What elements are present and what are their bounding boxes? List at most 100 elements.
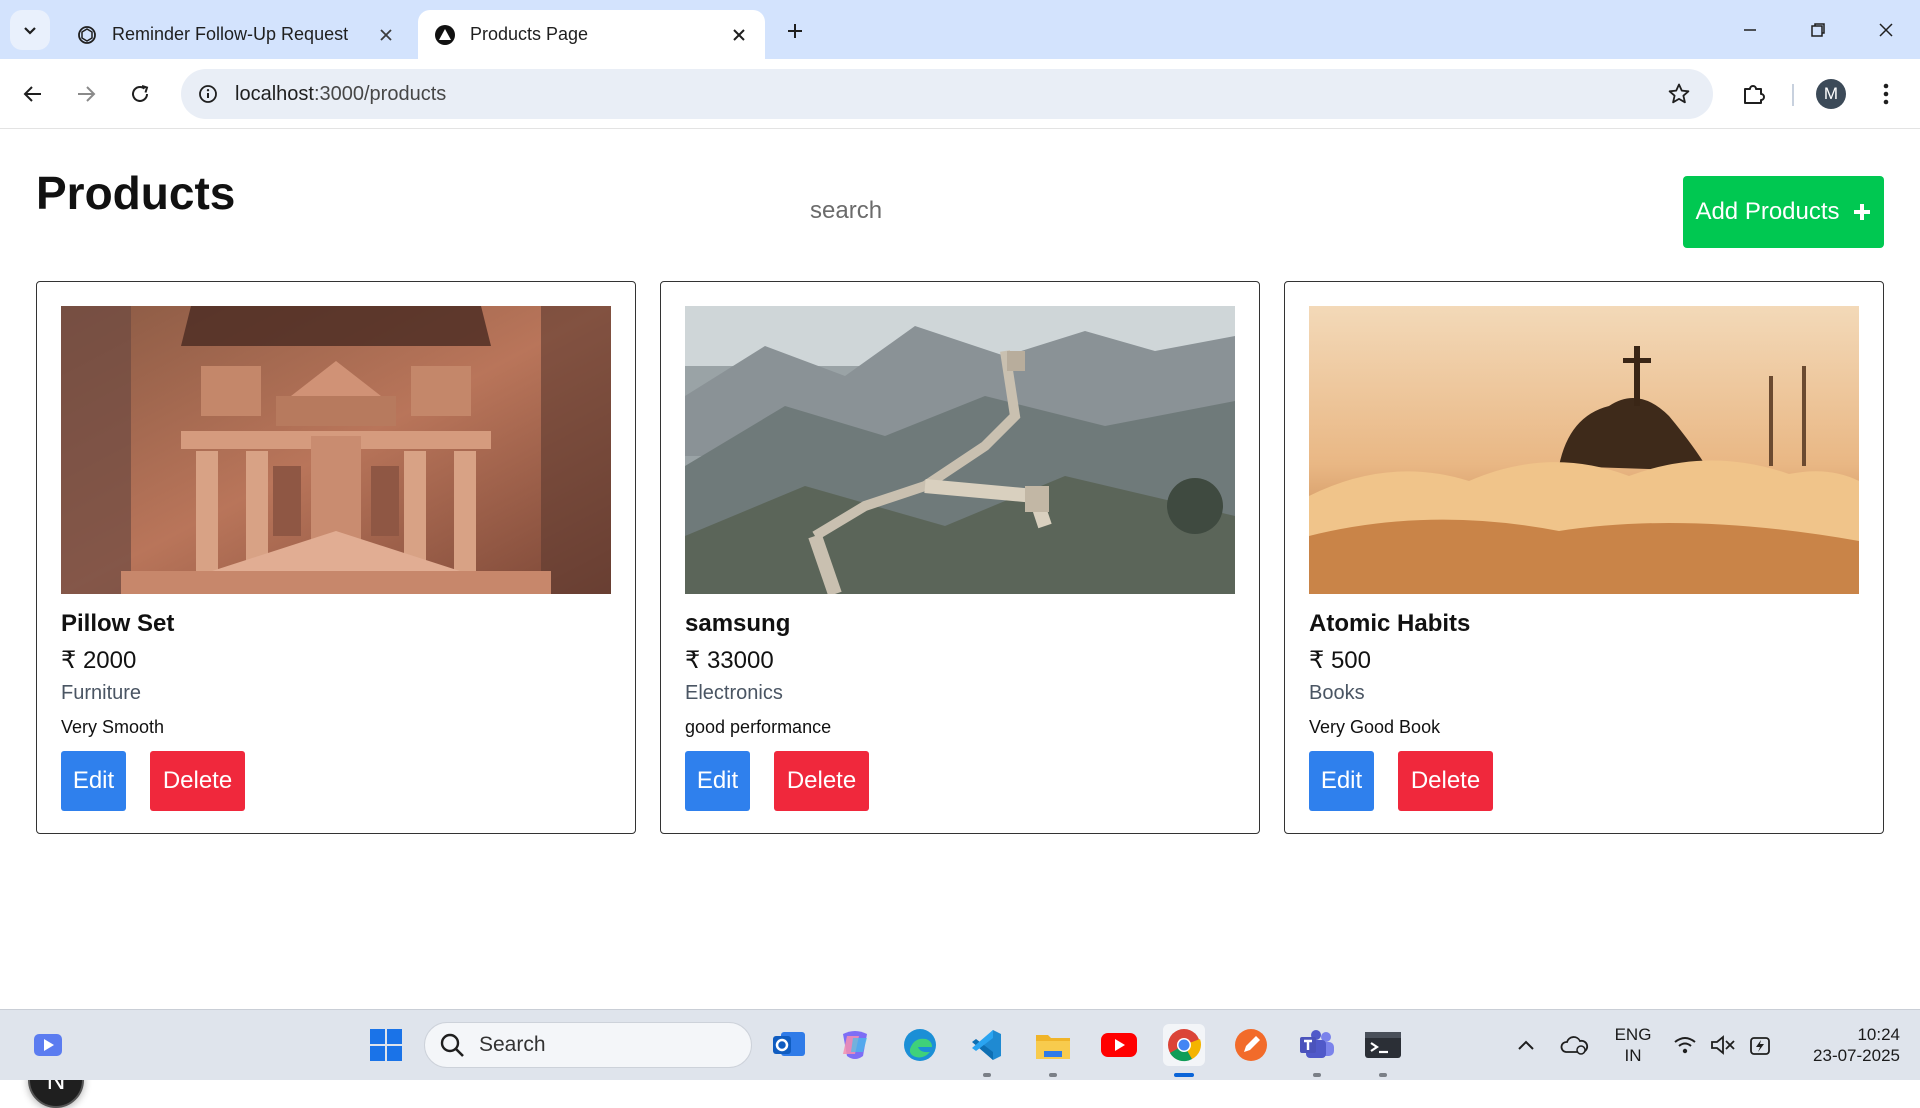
running-indicator — [1379, 1073, 1387, 1077]
url-path: :3000/products — [313, 82, 447, 105]
clock-time: 10:24 — [1857, 1025, 1900, 1044]
tab-title: Products Page — [470, 24, 589, 44]
edit-button[interactable]: Edit — [685, 751, 750, 811]
product-image-petra — [61, 306, 611, 594]
product-category: Electronics — [685, 682, 783, 704]
taskbar-search[interactable]: Search — [424, 1022, 752, 1068]
taskbar: Search ENG IN 10:24 23-07-2025 — [0, 1009, 1920, 1080]
battery-icon[interactable] — [1743, 1024, 1777, 1066]
toolbar-divider — [1792, 84, 1794, 106]
extensions-button[interactable] — [1736, 76, 1772, 112]
product-description: Very Smooth — [61, 717, 165, 737]
close-icon[interactable] — [727, 23, 751, 47]
product-description: good performance — [685, 717, 832, 737]
edit-button[interactable]: Edit — [1309, 751, 1374, 811]
arrow-left-icon — [23, 86, 41, 102]
draw-app-icon[interactable] — [1230, 1024, 1272, 1066]
teams-icon[interactable] — [1296, 1024, 1338, 1066]
vscode-icon[interactable] — [965, 1024, 1007, 1066]
product-name: samsung — [685, 610, 791, 637]
plus-icon — [1853, 204, 1870, 220]
delete-button[interactable]: Delete — [774, 751, 869, 811]
youtube-icon[interactable] — [1098, 1024, 1140, 1066]
tab-title: Reminder Follow-Up Request — [112, 24, 349, 44]
product-card: Atomic Habits ₹ 500 Books Very Good Book… — [1284, 281, 1884, 834]
nextjs-icon — [434, 24, 456, 46]
onedrive-icon[interactable] — [1553, 1024, 1595, 1066]
language-line1: ENG — [1614, 1025, 1652, 1044]
add-products-button[interactable]: Add Products — [1683, 176, 1884, 248]
bookmark-star-icon[interactable] — [1667, 82, 1691, 106]
site-info-icon[interactable] — [197, 83, 219, 105]
reload-button[interactable] — [122, 76, 158, 112]
clock-date: 23-07-2025 — [1813, 1046, 1900, 1065]
tab-products-page[interactable]: Products Page — [418, 10, 765, 59]
address-bar[interactable]: localhost:3000/products — [181, 69, 1713, 119]
chrome-icon[interactable] — [1163, 1024, 1205, 1066]
products-page: Products Add Products — [0, 129, 1920, 1108]
add-products-label: Add Products — [1695, 198, 1840, 225]
chatgpt-icon — [76, 24, 98, 46]
browser-tab-strip: Reminder Follow-Up Request Products Page — [0, 0, 1920, 59]
product-image-great-wall — [685, 306, 1235, 594]
more-vertical-icon — [1883, 83, 1889, 105]
delete-button[interactable]: Delete — [1398, 751, 1493, 811]
profile-button[interactable]: M — [1813, 76, 1849, 112]
product-image-christ-redeemer — [1309, 306, 1859, 594]
product-price: ₹ 500 — [1309, 647, 1371, 674]
search-icon — [440, 1033, 464, 1057]
reload-icon — [132, 85, 149, 102]
product-name: Atomic Habits — [1309, 610, 1471, 637]
close-icon[interactable] — [374, 23, 398, 47]
file-explorer-icon[interactable] — [1032, 1024, 1074, 1066]
minimize-button[interactable] — [1716, 0, 1784, 59]
search-input[interactable] — [800, 189, 1100, 233]
edit-button[interactable]: Edit — [61, 751, 126, 811]
terminal-icon[interactable] — [1362, 1024, 1404, 1066]
delete-button[interactable]: Delete — [150, 751, 245, 811]
product-price: ₹ 33000 — [685, 647, 774, 674]
product-description: Very Good Book — [1309, 717, 1441, 737]
restore-icon — [1811, 22, 1825, 37]
product-name: Pillow Set — [61, 610, 175, 637]
back-button[interactable] — [15, 76, 51, 112]
start-windows-icon[interactable] — [365, 1024, 407, 1066]
plus-icon — [788, 24, 802, 38]
tab-reminder[interactable]: Reminder Follow-Up Request — [60, 10, 412, 59]
volume-muted-icon[interactable] — [1706, 1024, 1740, 1066]
avatar: M — [1816, 79, 1846, 109]
chevron-down-icon — [24, 27, 36, 35]
forward-button[interactable] — [68, 76, 104, 112]
clock[interactable]: 10:24 23-07-2025 — [1788, 1024, 1900, 1066]
close-window-button[interactable] — [1852, 0, 1920, 59]
new-tab-button[interactable] — [780, 16, 810, 46]
product-category: Furniture — [61, 682, 142, 704]
edge-icon[interactable] — [899, 1024, 941, 1066]
browser-toolbar: localhost:3000/products M — [0, 59, 1920, 129]
window-controls — [1716, 0, 1920, 59]
browser-menu-button[interactable] — [1868, 76, 1904, 112]
minimize-icon — [1744, 28, 1756, 31]
product-price: ₹ 2000 — [61, 647, 137, 674]
arrow-right-icon — [78, 86, 96, 102]
page-title: Products — [36, 167, 236, 219]
close-icon — [1879, 22, 1893, 37]
product-card: Pillow Set ₹ 2000 Furniture Very Smooth … — [36, 281, 636, 834]
active-indicator — [1174, 1073, 1194, 1077]
restore-button[interactable] — [1784, 0, 1852, 59]
copilot-icon[interactable] — [834, 1024, 876, 1066]
language-line2: IN — [1624, 1046, 1642, 1065]
running-indicator — [983, 1073, 991, 1077]
widgets-icon[interactable] — [27, 1024, 69, 1066]
language-indicator[interactable]: ENG IN — [1605, 1024, 1661, 1066]
outlook-icon[interactable] — [768, 1024, 810, 1066]
puzzle-icon — [1744, 85, 1765, 104]
url-host: localhost — [235, 82, 314, 105]
running-indicator — [1313, 1073, 1321, 1077]
tab-search-button[interactable] — [10, 10, 50, 50]
chevron-up-icon[interactable] — [1505, 1024, 1547, 1066]
wifi-icon[interactable] — [1668, 1024, 1702, 1066]
url-text: localhost:3000/products — [235, 83, 446, 106]
taskbar-search-label: Search — [479, 1033, 546, 1056]
product-card: samsung ₹ 33000 Electronics good perform… — [660, 281, 1260, 834]
